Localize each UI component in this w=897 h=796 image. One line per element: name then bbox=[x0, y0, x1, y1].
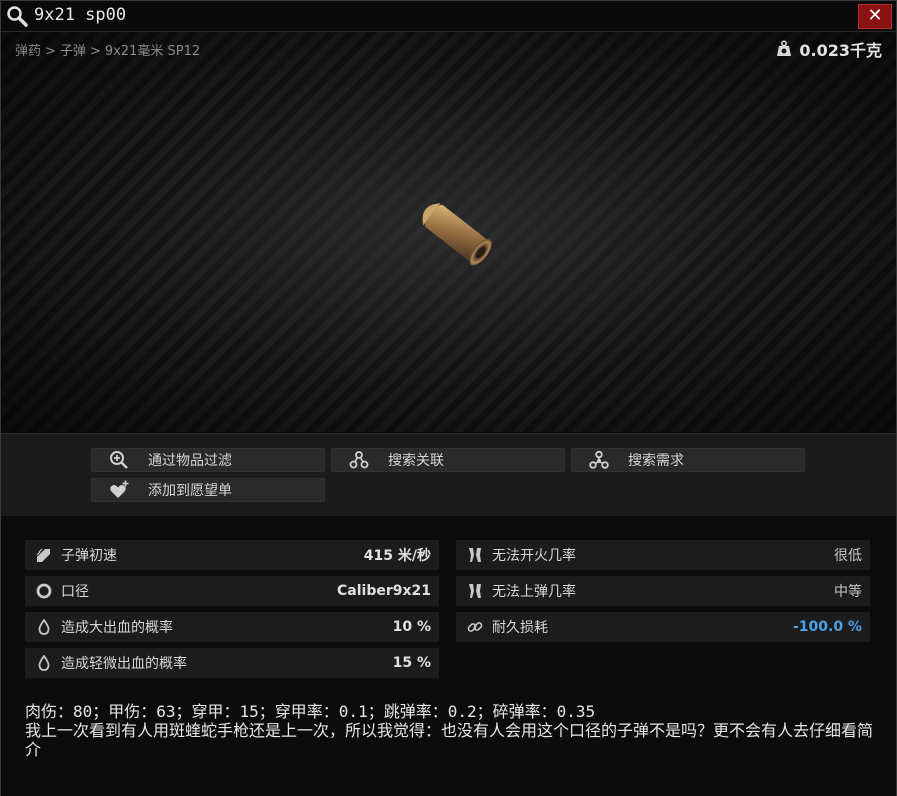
failure-to-feed-icon bbox=[469, 584, 481, 598]
item-inspect-window: 9x21 sp00 ✕ 弹药>子弹>9x21毫米 SP12 0.023千克 bbox=[0, 0, 897, 796]
stat-durability-burn: 耐久损耗 -100.0 % bbox=[456, 612, 870, 642]
stat-label: 子弹初速 bbox=[61, 548, 117, 564]
item-weight: 0.023千克 bbox=[775, 37, 882, 61]
stat-value: 很低 bbox=[834, 548, 862, 564]
filter-by-item-button[interactable]: 通过物品过滤 bbox=[91, 448, 325, 472]
stat-light-bleed: 造成轻微出血的概率 15 % bbox=[25, 648, 439, 678]
breadcrumb-ammo[interactable]: 弹药 bbox=[15, 44, 41, 59]
zoom-in-icon bbox=[110, 451, 128, 469]
stat-value: 415 米/秒 bbox=[363, 548, 431, 564]
stat-label: 造成轻微出血的概率 bbox=[61, 656, 187, 672]
item-description: 肉伤：80；甲伤：63；穿甲：15；穿甲率：0.1；跳弹率：0.2；碎弹率：0.… bbox=[25, 702, 875, 759]
breadcrumb-rounds[interactable]: 子弹 bbox=[60, 44, 86, 59]
magnifier-icon bbox=[7, 6, 28, 27]
stat-value: 10 % bbox=[392, 619, 431, 635]
item-preview: 弹药 > 子弹 >9x21毫米 SP12 0.023千克 bbox=[1, 32, 896, 432]
close-button[interactable]: ✕ bbox=[858, 4, 892, 29]
link-nodes-icon bbox=[349, 451, 369, 469]
stat-value: Caliber9x21 bbox=[337, 583, 431, 599]
stat-label: 耐久损耗 bbox=[492, 620, 548, 636]
breadcrumb-item: 9x21毫米 SP12 bbox=[104, 44, 201, 59]
chain-link-icon bbox=[467, 622, 483, 632]
breadcrumb-separator: > bbox=[45, 44, 56, 59]
title-bar[interactable]: 9x21 sp00 ✕ bbox=[1, 1, 896, 32]
stat-heavy-bleed: 造成大出血的概率 10 % bbox=[25, 612, 439, 642]
weight-icon bbox=[777, 40, 792, 56]
search-links-label: 搜索关联 bbox=[388, 453, 444, 469]
search-links-button[interactable]: 搜索关联 bbox=[331, 448, 565, 472]
heart-plus-icon bbox=[110, 480, 129, 498]
add-to-wishlist-label: 添加到愿望单 bbox=[148, 483, 232, 499]
light-bleed-icon bbox=[38, 655, 50, 671]
search-required-button[interactable]: 搜索需求 bbox=[571, 448, 805, 472]
weight-value: 0.023千克 bbox=[799, 41, 882, 60]
window-title: 9x21 sp00 bbox=[34, 5, 127, 25]
stat-failure-to-feed: 无法上弹几率 中等 bbox=[456, 576, 870, 606]
cartridge-image bbox=[422, 203, 492, 266]
stat-bullet-speed: 子弹初速 415 米/秒 bbox=[25, 540, 439, 570]
stat-label: 造成大出血的概率 bbox=[61, 620, 173, 636]
description-text: 我上一次看到有人用斑蝰蛇手枪还是上一次，所以我觉得：也没有人会用这个口径的子弹不… bbox=[25, 721, 874, 759]
stat-value: 中等 bbox=[834, 584, 862, 600]
bullet-speed-icon bbox=[36, 548, 50, 562]
stat-value: -100.0 % bbox=[793, 619, 862, 635]
action-bar: 通过物品过滤 搜索关联 搜索需求 添加到愿望单 bbox=[1, 433, 896, 516]
add-to-wishlist-button[interactable]: 添加到愿望单 bbox=[91, 478, 325, 502]
stat-label: 口径 bbox=[61, 584, 89, 600]
stat-value: 15 % bbox=[392, 655, 431, 671]
description-stats-line: 肉伤：80；甲伤：63；穿甲：15；穿甲率：0.1；跳弹率：0.2；碎弹率：0.… bbox=[25, 702, 596, 721]
filter-by-item-label: 通过物品过滤 bbox=[148, 453, 232, 469]
breadcrumb: 弹药 > 子弹 >9x21毫米 SP12 bbox=[15, 40, 204, 59]
breadcrumb-separator: > bbox=[89, 44, 101, 59]
stat-label: 无法开火几率 bbox=[492, 548, 576, 564]
caliber-icon bbox=[36, 583, 52, 599]
stats-panel: 子弹初速 415 米/秒 口径 Caliber9x21 造成大出血的概率 10 … bbox=[1, 516, 896, 796]
stat-label: 无法上弹几率 bbox=[492, 584, 576, 600]
search-required-label: 搜索需求 bbox=[628, 453, 684, 469]
misfire-icon bbox=[469, 548, 481, 562]
stat-misfire-chance: 无法开火几率 很低 bbox=[456, 540, 870, 570]
stat-caliber: 口径 Caliber9x21 bbox=[25, 576, 439, 606]
heavy-bleed-icon bbox=[38, 619, 50, 635]
required-nodes-icon bbox=[589, 450, 609, 469]
